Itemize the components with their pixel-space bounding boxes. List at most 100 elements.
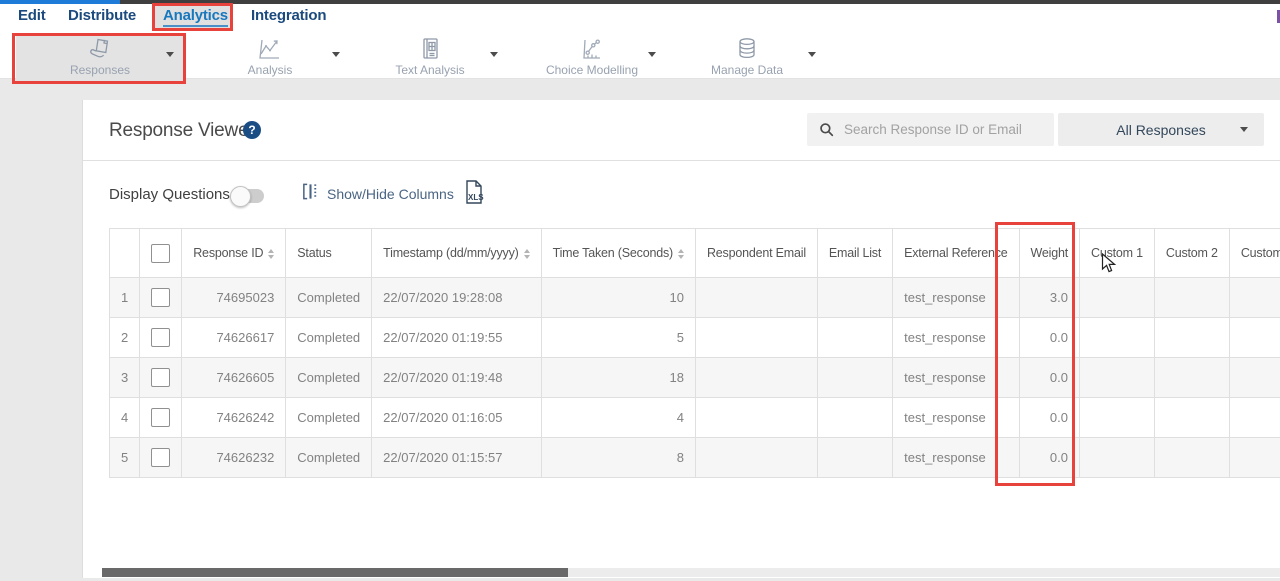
header-external-reference: External Reference [893,229,1019,278]
cell-custom-2 [1154,358,1229,398]
header-custom-1: Custom 1 [1080,229,1155,278]
header-response-id[interactable]: Response ID [182,229,286,278]
cell-response-id[interactable]: 74626242 [182,398,286,438]
nav-tab-integration[interactable]: Integration [251,7,326,24]
nav-tab-edit[interactable]: Edit [18,7,46,24]
sort-icon [678,249,684,259]
choice-modelling-icon [579,36,605,62]
manage-data-dropdown-caret[interactable] [808,52,816,57]
cell-custom-2 [1154,318,1229,358]
sort-icon [268,249,274,259]
row-number: 3 [110,358,140,398]
header-custom-3: Custom 3 [1229,229,1280,278]
header-custom-2: Custom 2 [1154,229,1229,278]
nav-tab-distribute[interactable]: Distribute [68,7,136,24]
header-timestamp[interactable]: Timestamp (dd/mm/yyyy) [372,229,541,278]
row-checkbox[interactable] [151,328,170,347]
cell-status: Completed [286,278,372,318]
text-analysis-icon [417,36,443,62]
show-hide-columns-icon [301,182,320,206]
cell-custom-3 [1229,398,1280,438]
cell-weight: 3.0 [1019,278,1079,318]
row-select-cell [140,318,182,358]
table-row: 2 74626617 Completed 22/07/2020 01:19:55… [110,318,1280,358]
row-checkbox[interactable] [151,368,170,387]
display-questions-label: Display Questions [109,186,230,203]
cell-time-taken: 18 [541,358,695,398]
help-icon[interactable]: ? [243,121,261,139]
toolbar-item-responses[interactable]: Responses [30,36,170,81]
row-select-cell [140,438,182,478]
choice-modelling-dropdown-caret[interactable] [648,52,656,57]
cell-email-list [817,358,892,398]
page-title: Response Viewer [109,120,255,142]
header-time-taken[interactable]: Time Taken (Seconds) [541,229,695,278]
header-email-list: Email List [817,229,892,278]
toolbar-item-manage-data[interactable]: Manage Data [677,36,817,81]
search-icon [819,122,834,137]
toolbar-item-analysis[interactable]: Analysis [200,36,340,81]
toolbar-label-responses: Responses [70,63,130,77]
cell-timestamp: 22/07/2020 01:15:57 [372,438,541,478]
row-checkbox[interactable] [151,408,170,427]
toolbar-item-choice-modelling[interactable]: Choice Modelling [522,36,662,81]
cell-time-taken: 4 [541,398,695,438]
cell-status: Completed [286,358,372,398]
analysis-dropdown-caret[interactable] [332,52,340,57]
nav-tab-analytics[interactable]: Analytics [163,7,228,27]
table-row: 4 74626242 Completed 22/07/2020 01:16:05… [110,398,1280,438]
cell-response-id[interactable]: 74626232 [182,438,286,478]
responses-dropdown-caret[interactable] [166,52,174,57]
cell-response-id[interactable]: 74626605 [182,358,286,398]
show-hide-columns-button[interactable]: Show/Hide Columns [301,182,454,206]
header-select-all [140,229,182,278]
row-checkbox[interactable] [151,288,170,307]
cell-weight: 0.0 [1019,358,1079,398]
cell-response-id[interactable]: 74626617 [182,318,286,358]
row-checkbox[interactable] [151,448,170,467]
header-row-number [110,229,140,278]
cell-respondent-email [695,398,817,438]
cell-external-reference: test_response [893,278,1019,318]
horizontal-scrollbar-thumb[interactable] [102,568,568,577]
cell-time-taken: 8 [541,438,695,478]
cell-custom-1 [1080,358,1155,398]
toolbar-label-text-analysis: Text Analysis [395,63,464,77]
row-number: 4 [110,398,140,438]
cell-custom-3 [1229,358,1280,398]
cell-timestamp: 22/07/2020 01:16:05 [372,398,541,438]
cell-custom-3 [1229,278,1280,318]
search-input[interactable] [842,121,1036,138]
cell-respondent-email [695,278,817,318]
toolbar-item-text-analysis[interactable]: Text Analysis [360,36,500,81]
cell-external-reference: test_response [893,318,1019,358]
toggle-knob [230,186,251,207]
show-hide-columns-label: Show/Hide Columns [327,186,454,202]
cell-status: Completed [286,318,372,358]
cell-custom-1 [1080,398,1155,438]
responses-filter-dropdown[interactable]: All Responses [1058,113,1264,146]
cell-custom-1 [1080,318,1155,358]
select-all-checkbox[interactable] [151,244,170,263]
responses-table: Response ID Status Timestamp (dd/mm/yyyy… [109,228,1280,478]
cell-timestamp: 22/07/2020 19:28:08 [372,278,541,318]
cell-timestamp: 22/07/2020 01:19:48 [372,358,541,398]
header-status: Status [286,229,372,278]
manage-data-icon [734,36,760,62]
cell-email-list [817,278,892,318]
responses-icon [87,36,113,62]
text-analysis-dropdown-caret[interactable] [490,52,498,57]
cell-time-taken: 10 [541,278,695,318]
cell-external-reference: test_response [893,358,1019,398]
cell-custom-3 [1229,438,1280,478]
cell-time-taken: 5 [541,318,695,358]
section-divider [83,160,1280,161]
cell-weight: 0.0 [1019,398,1079,438]
header-respondent-email: Respondent Email [695,229,817,278]
cell-response-id[interactable]: 74695023 [182,278,286,318]
display-questions-toggle[interactable] [233,189,264,203]
responses-filter-caret [1240,127,1248,132]
export-xls-button[interactable]: XLS [463,179,485,210]
row-number: 5 [110,438,140,478]
cell-status: Completed [286,398,372,438]
